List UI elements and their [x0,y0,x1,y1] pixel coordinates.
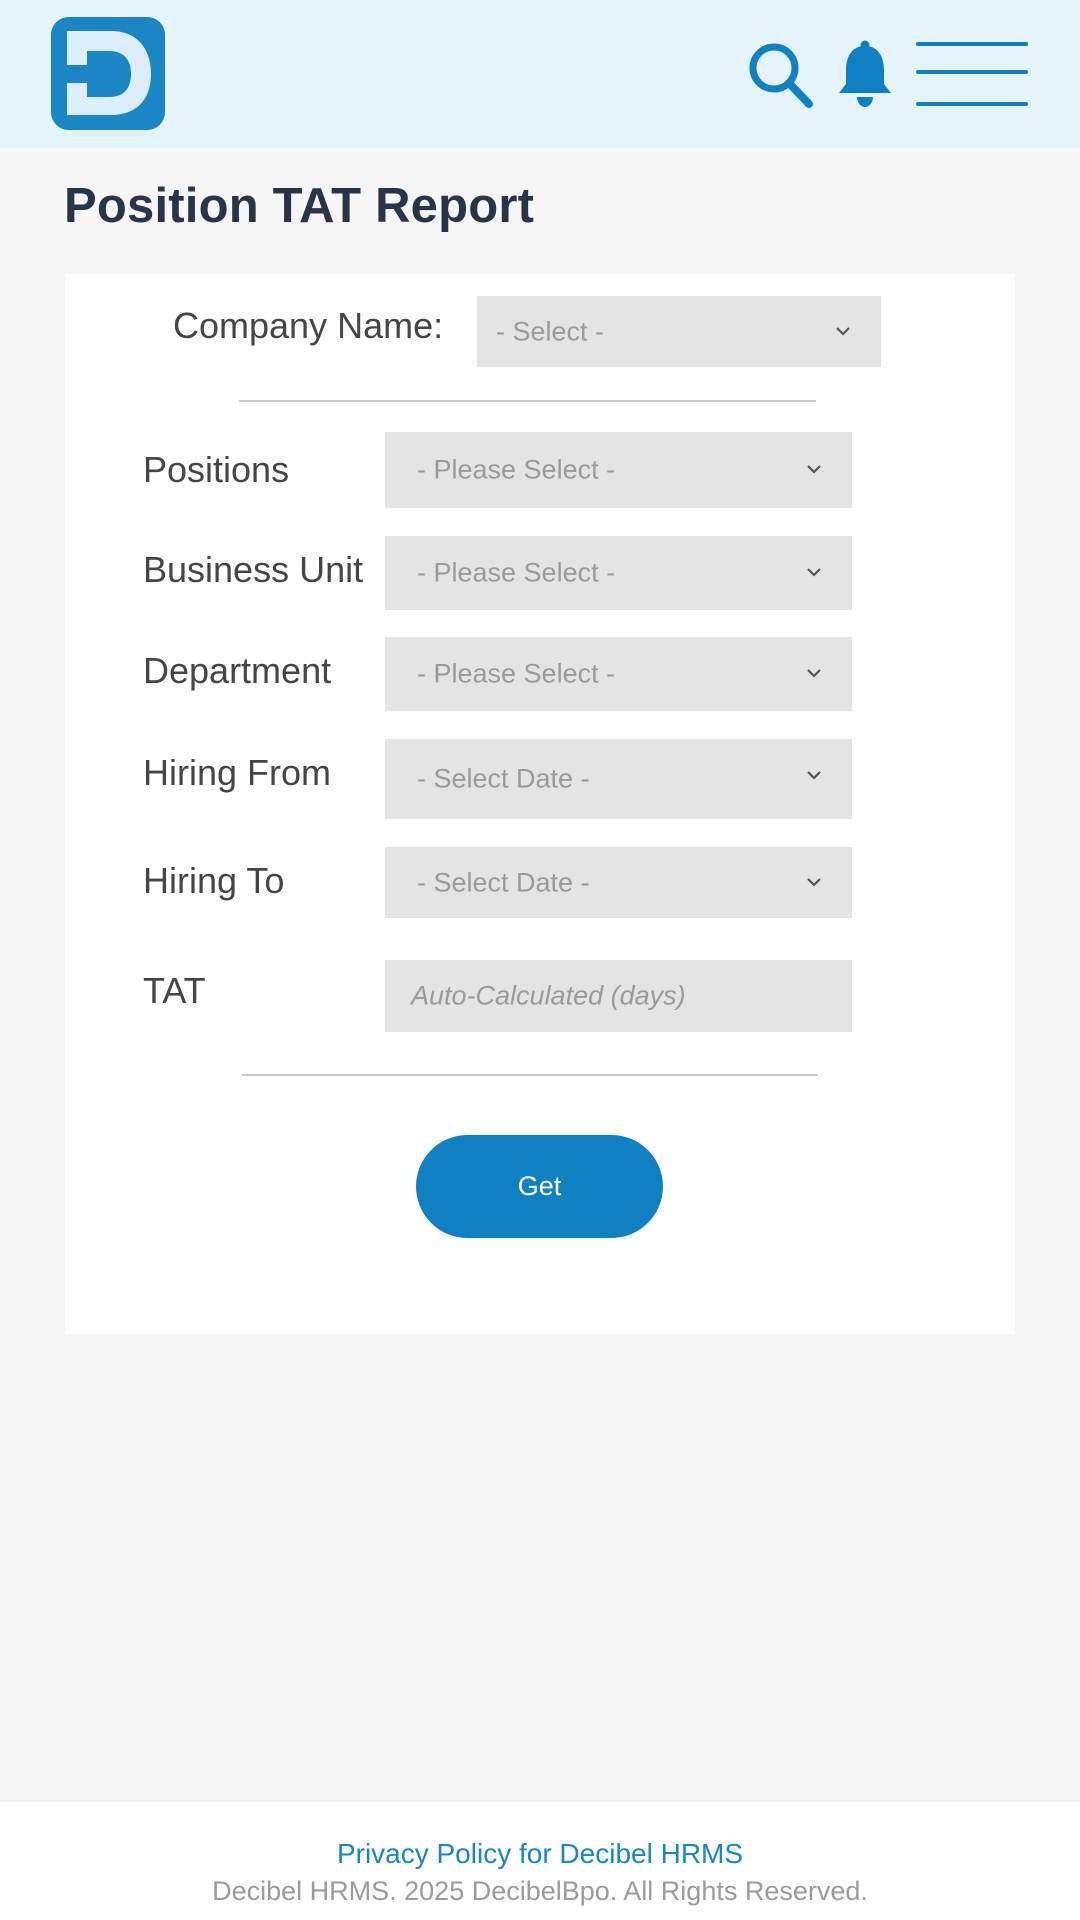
company-name-select[interactable]: - Select - [477,296,881,367]
hiring-to-label: Hiring To [143,860,285,901]
footer: Privacy Policy for Decibel HRMS Decibel … [0,1800,1080,1920]
tat-label: TAT [143,970,206,1011]
privacy-policy-link[interactable]: Privacy Policy for Decibel HRMS [0,1838,1080,1870]
department-select[interactable]: - Please Select - [385,637,852,711]
tat-placeholder: Auto-Calculated (days) [411,980,686,1011]
hiring-from-placeholder: - Select Date - [417,763,590,794]
bell-icon[interactable] [836,40,894,108]
get-button[interactable]: Get [416,1135,663,1238]
hiring-from-date-select[interactable]: - Select Date - [385,739,852,819]
positions-label: Positions [143,449,290,490]
divider [239,400,816,402]
company-name-label: Company Name: [173,305,444,346]
business-unit-select[interactable]: - Please Select - [385,536,852,610]
chevron-down-icon [807,877,821,887]
tat-field: Auto-Calculated (days) [385,960,852,1032]
search-icon[interactable] [746,40,816,110]
decibel-logo[interactable] [51,17,165,130]
hiring-to-placeholder: - Select Date - [417,867,590,897]
department-label: Department [143,650,332,691]
business-unit-placeholder: - Please Select - [417,557,616,588]
divider [242,1074,818,1076]
chevron-down-icon [836,326,850,336]
hiring-to-date-select[interactable]: - Select Date - [385,847,852,918]
app-header [0,0,1080,148]
logo-d-icon [51,17,165,130]
page-title: Position TAT Report [64,179,535,233]
chevron-down-icon [807,465,821,474]
business-unit-label: Business Unit [143,549,364,590]
positions-placeholder: - Please Select - [417,454,616,485]
copyright-text: Decibel HRMS. 2025 DecibelBpo. All Right… [212,1876,868,1906]
positions-select[interactable]: - Please Select - [385,432,852,508]
company-name-placeholder: - Select - [496,316,605,346]
chevron-down-icon [807,568,821,577]
hiring-from-label: Hiring From [143,752,332,793]
chevron-down-icon [807,771,821,780]
department-placeholder: - Please Select - [417,658,616,689]
menu-icon[interactable] [914,38,1030,108]
chevron-down-icon [807,669,821,678]
